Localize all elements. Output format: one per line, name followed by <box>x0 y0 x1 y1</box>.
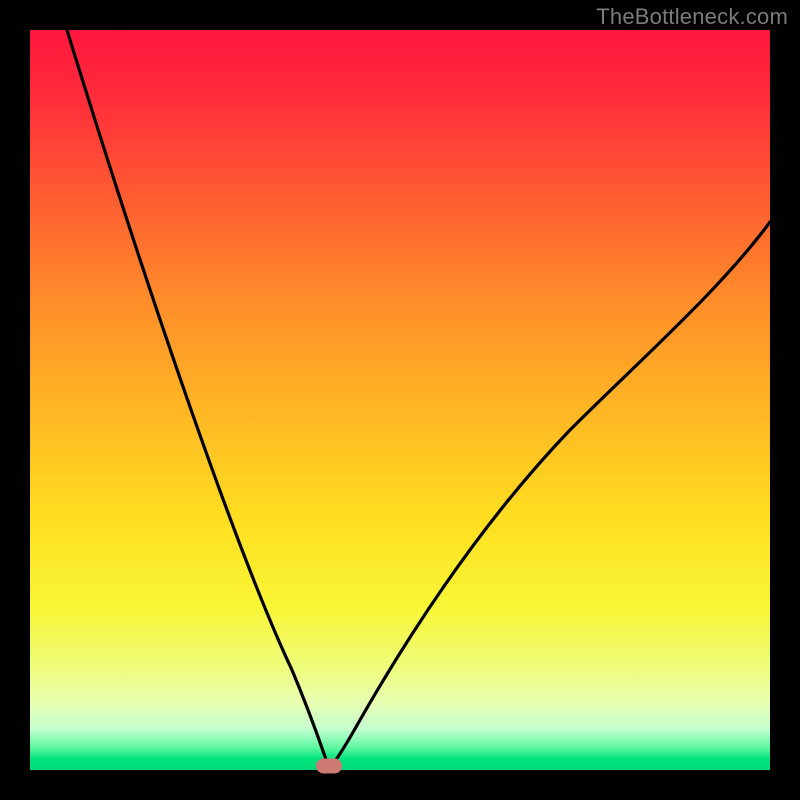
bottleneck-curve <box>30 30 770 770</box>
curve-path <box>67 30 770 768</box>
chart-frame: TheBottleneck.com <box>0 0 800 800</box>
plot-area <box>30 30 770 770</box>
optimum-marker <box>316 758 342 773</box>
watermark-text: TheBottleneck.com <box>596 4 788 30</box>
